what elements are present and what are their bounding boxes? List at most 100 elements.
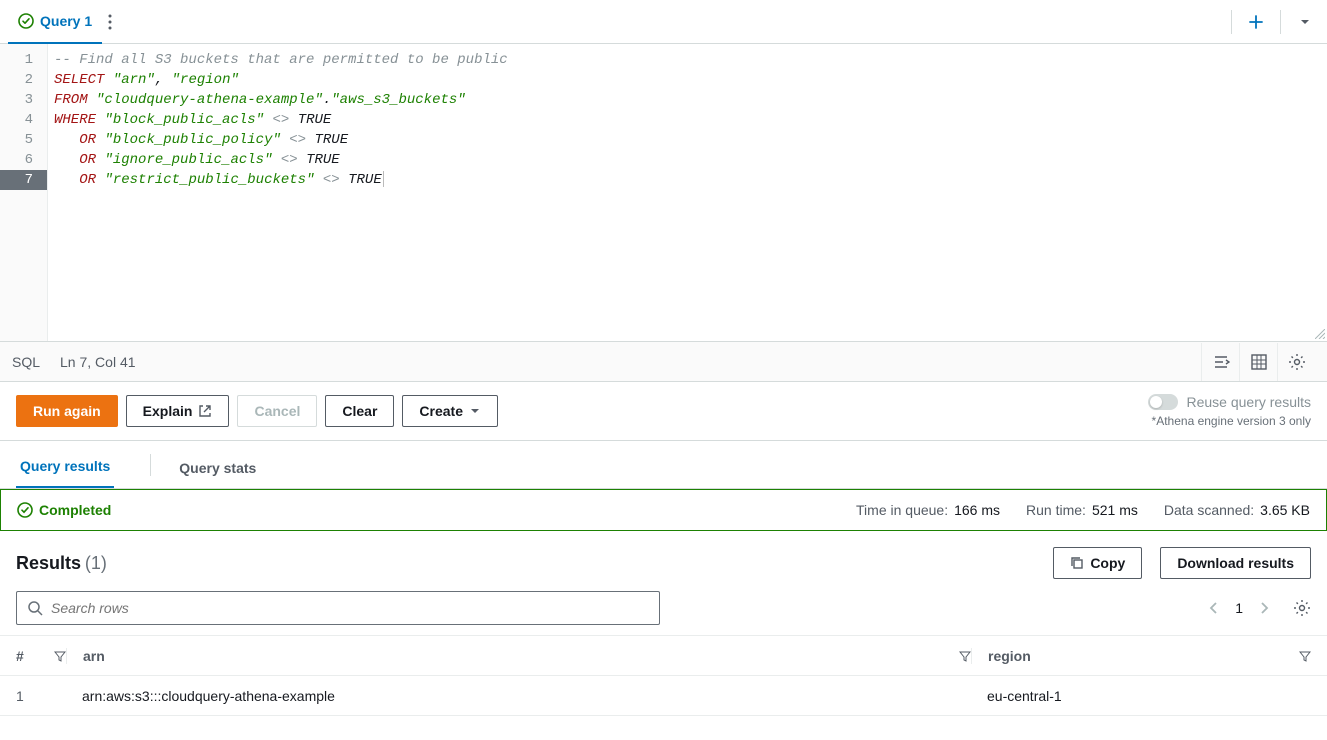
code-op: <> [323, 172, 340, 188]
page-next-button[interactable] [1259, 601, 1269, 615]
chevron-left-icon [1209, 601, 1219, 615]
line-number: 1 [0, 50, 47, 70]
reuse-results-label: Reuse query results [1186, 394, 1311, 410]
check-circle-icon [18, 13, 34, 29]
indent-button[interactable] [1201, 343, 1239, 381]
separator [1280, 10, 1281, 34]
table-row[interactable]: 1 arn:aws:s3:::cloudquery-athena-example… [0, 676, 1327, 716]
tab-menu-button[interactable] [102, 14, 114, 30]
caret-down-icon [1299, 16, 1311, 28]
cancel-button: Cancel [237, 395, 317, 427]
line-number-active: 7 [0, 170, 47, 190]
code-const: TRUE [306, 152, 340, 168]
code-area[interactable]: -- Find all S3 buckets that are permitte… [48, 44, 1327, 341]
search-icon [27, 600, 43, 616]
code-keyword: WHERE [54, 112, 96, 128]
grid-icon [1250, 353, 1268, 371]
separator [150, 454, 151, 476]
code-op: <> [272, 112, 289, 128]
query-metrics: Time in queue:166 ms Run time:521 ms Dat… [856, 502, 1310, 518]
code-const: TRUE [315, 132, 349, 148]
tab-query1[interactable]: Query 1 [8, 0, 102, 44]
cursor-position: Ln 7, Col 41 [60, 354, 136, 370]
cell-region: eu-central-1 [971, 688, 1311, 704]
line-number: 3 [0, 90, 47, 110]
filter-icon [959, 650, 971, 662]
line-number: 2 [0, 70, 47, 90]
results-toolbar: 1 [0, 587, 1327, 635]
code-string: "block_public_acls" [104, 112, 264, 128]
metric-value: 3.65 KB [1260, 502, 1310, 518]
explain-label: Explain [143, 403, 193, 419]
code-string: "region" [172, 72, 239, 88]
new-tab-button[interactable] [1242, 8, 1270, 36]
action-bar: Run again Explain Cancel Clear Create Re… [0, 382, 1327, 441]
code-string: "arn" [113, 72, 155, 88]
download-results-button[interactable]: Download results [1160, 547, 1311, 579]
code-const: TRUE [298, 112, 332, 128]
code-const: TRUE [348, 172, 382, 188]
explain-button[interactable]: Explain [126, 395, 230, 427]
results-count: (1) [85, 553, 107, 573]
column-filter-button[interactable] [54, 650, 66, 662]
metric-label: Time in queue: [856, 502, 948, 518]
create-label: Create [419, 403, 463, 419]
copy-label: Copy [1090, 555, 1125, 571]
run-again-button[interactable]: Run again [16, 395, 118, 427]
line-gutter: 1 2 3 4 5 6 7 [0, 44, 48, 341]
search-input[interactable] [51, 600, 649, 616]
results-table: # arn region 1 arn:aws:s3:::cloudquery-a… [0, 635, 1327, 716]
caret-down-icon [469, 405, 481, 417]
search-rows-input[interactable] [16, 591, 660, 625]
filter-icon [1299, 650, 1311, 662]
text-cursor [383, 171, 384, 187]
code-punct: . [323, 92, 331, 108]
tab-dropdown-button[interactable] [1291, 8, 1319, 36]
metric-label: Run time: [1026, 502, 1086, 518]
copy-button[interactable]: Copy [1053, 547, 1142, 579]
status-text: Completed [39, 502, 111, 518]
reuse-results-toggle[interactable] [1148, 394, 1178, 410]
code-string: "block_public_policy" [104, 132, 280, 148]
engine-version-note: *Athena engine version 3 only [1148, 414, 1311, 428]
column-filter-button[interactable] [1299, 650, 1311, 662]
format-button[interactable] [1239, 343, 1277, 381]
code-punct: , [155, 72, 172, 88]
plus-icon [1248, 14, 1264, 30]
external-link-icon [198, 404, 212, 418]
page-prev-button[interactable] [1209, 601, 1219, 615]
status-banner: Completed Time in queue:166 ms Run time:… [0, 489, 1327, 531]
settings-button[interactable] [1277, 343, 1315, 381]
code-op: <> [289, 132, 306, 148]
filter-icon [54, 650, 66, 662]
clear-button[interactable]: Clear [325, 395, 394, 427]
resize-handle[interactable] [1315, 329, 1325, 339]
results-header: Results (1) Copy Download results [0, 531, 1327, 587]
page-number: 1 [1235, 600, 1243, 616]
sql-editor[interactable]: 1 2 3 4 5 6 7 -- Find all S3 buckets tha… [0, 44, 1327, 342]
gear-icon [1288, 353, 1306, 371]
tab-bar-actions [1221, 8, 1319, 36]
results-title: Results [16, 553, 81, 573]
cell-index: 1 [16, 688, 66, 704]
tab-query-stats[interactable]: Query stats [175, 448, 260, 488]
code-keyword: OR [79, 132, 96, 148]
chevron-right-icon [1259, 601, 1269, 615]
code-string: "ignore_public_acls" [104, 152, 272, 168]
metric-label: Data scanned: [1164, 502, 1254, 518]
cell-arn: arn:aws:s3:::cloudquery-athena-example [66, 688, 971, 704]
results-tab-bar: Query results Query stats [0, 441, 1327, 489]
check-circle-icon [17, 502, 33, 518]
action-bar-right: Reuse query results *Athena engine versi… [1148, 394, 1311, 428]
column-header-index: # [16, 648, 24, 664]
query-tab-bar: Query 1 [0, 0, 1327, 44]
column-filter-button[interactable] [959, 650, 971, 662]
column-header-arn: arn [83, 648, 105, 664]
line-number: 5 [0, 130, 47, 150]
code-op: <> [281, 152, 298, 168]
create-button[interactable]: Create [402, 395, 498, 427]
kebab-icon [108, 14, 112, 30]
line-number: 4 [0, 110, 47, 130]
tab-query-results[interactable]: Query results [16, 446, 114, 488]
table-settings-button[interactable] [1293, 599, 1311, 617]
